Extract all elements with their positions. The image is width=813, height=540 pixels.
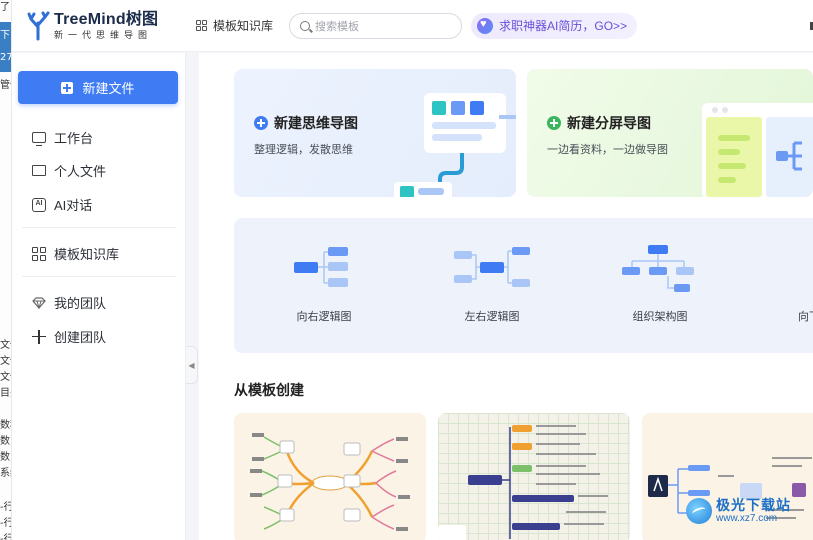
background-fragment: 文件 xyxy=(0,372,11,383)
structure-left-right-logic[interactable]: 左右逻辑图 xyxy=(432,218,552,353)
sidebar-item-label: 创建团队 xyxy=(54,330,107,345)
sidebar-item-workbench[interactable]: 工作台 xyxy=(32,128,93,147)
structure-org-chart[interactable]: 组织架构图 xyxy=(600,218,720,353)
top-bar: TreeMind树图 新一代思维导图 模板知识库 搜索模板 求职神器AI简历，G… xyxy=(12,0,813,52)
heart-badge-icon xyxy=(477,17,494,34)
structure-label: 左右逻辑图 xyxy=(464,311,520,323)
sidebar-item-personal-files[interactable]: 个人文件 xyxy=(32,161,106,180)
sidebar-collapse-handle[interactable]: ◀ xyxy=(186,346,198,384)
structure-downward[interactable]: 向下 xyxy=(768,218,813,353)
new-file-label: 新建文件 xyxy=(82,81,135,96)
add-circle-icon xyxy=(254,116,268,130)
sidebar-item-my-team[interactable]: 我的团队 xyxy=(32,293,106,312)
sidebar-item-label: AI对话 xyxy=(54,198,93,213)
structure-label: 向右逻辑图 xyxy=(296,311,352,323)
sidebar-item-label: 工作台 xyxy=(54,131,94,146)
section-title: 从模板创建 xyxy=(234,382,304,398)
background-fragment: 文件 xyxy=(0,356,11,367)
ai-resume-promo-button[interactable]: 求职神器AI简历，GO>> xyxy=(471,12,638,39)
left-right-logic-diagram-icon xyxy=(454,247,530,287)
structure-types-panel: 向右逻辑图 左右逻辑图 组织架构图 向 xyxy=(234,218,813,353)
background-fragment: -行 xyxy=(0,534,11,540)
template-thumbnail xyxy=(250,433,410,531)
background-fragment: 管信 xyxy=(0,80,11,91)
plus-icon xyxy=(32,329,46,344)
template-card[interactable] xyxy=(234,413,426,540)
background-fragment: 目关 xyxy=(0,388,11,399)
promo-label: 求职神器AI简历，GO>> xyxy=(499,19,628,33)
search-placeholder: 搜索模板 xyxy=(315,20,360,33)
right-logic-diagram-icon xyxy=(294,247,348,287)
sidebar: 新建文件 工作台 个人文件 AI AI对话 模板知识库 我的团队 创建团队 xyxy=(12,53,186,540)
background-fragment: -行 xyxy=(0,518,11,529)
background-fragment: 数程 xyxy=(0,420,11,431)
sidebar-divider xyxy=(22,276,176,277)
tree-logo-icon xyxy=(27,11,50,40)
grid-icon xyxy=(32,246,46,261)
grid-icon xyxy=(196,20,207,31)
structure-label: 组织架构图 xyxy=(632,311,688,323)
card-desc: 一边看资料，一边做导图 xyxy=(547,144,668,156)
downward-diagram-icon xyxy=(788,243,813,293)
background-fragment: 了 xyxy=(0,2,10,13)
monitor-icon xyxy=(32,132,46,146)
card-title: 新建思维导图 xyxy=(274,115,358,131)
team-icon xyxy=(32,296,46,309)
app-tagline: 新一代思维导图 xyxy=(54,29,153,40)
watermark: 极光下载站 www.xz7.com xyxy=(686,497,791,524)
new-file-button[interactable]: 新建文件 xyxy=(18,71,178,104)
watermark-url: www.xz7.com xyxy=(716,513,778,524)
background-window-strip: 了 下 27 管信 文件 文件 文件 目关 数程 数 数 系统 -行 -行 -行 xyxy=(0,0,12,540)
sidebar-item-label: 个人文件 xyxy=(54,164,107,179)
sidebar-divider xyxy=(22,227,176,228)
sidebar-item-create-team[interactable]: 创建团队 xyxy=(32,327,106,346)
background-fragment: 27 xyxy=(0,52,12,63)
new-mindmap-card[interactable]: 新建思维导图 整理逻辑，发散思维 xyxy=(234,69,516,197)
card-title: 新建分屏导图 xyxy=(567,115,651,131)
structure-right-logic[interactable]: 向右逻辑图 xyxy=(264,218,384,353)
app-name: TreeMind树图 xyxy=(54,10,159,28)
org-chart-diagram-icon xyxy=(622,245,694,292)
folder-icon xyxy=(32,165,46,176)
watermark-logo-icon xyxy=(686,497,712,524)
main-content: 新建思维导图 整理逻辑，发散思维 新建分屏导图 一边看资料，一边做导图 向右逻辑… xyxy=(199,53,813,540)
app-logo[interactable]: TreeMind树图 新一代思维导图 xyxy=(26,11,186,41)
nav-template-library-label: 模板知识库 xyxy=(213,19,274,33)
split-screen-illustration xyxy=(702,103,813,197)
structure-label: 向下 xyxy=(798,311,813,323)
background-fragment: 下 xyxy=(0,30,10,41)
new-split-map-card[interactable]: 新建分屏导图 一边看资料，一边做导图 xyxy=(527,69,813,197)
search-input[interactable]: 搜索模板 xyxy=(289,12,463,39)
background-fragment: 系统 xyxy=(0,468,11,479)
background-fragment: 数 xyxy=(0,452,10,463)
template-card[interactable] xyxy=(438,413,630,540)
search-icon xyxy=(300,20,311,31)
background-fragment: 数 xyxy=(0,436,10,447)
watermark-title: 极光下载站 xyxy=(716,497,791,513)
add-circle-icon xyxy=(547,116,561,130)
sidebar-item-ai-chat[interactable]: AI AI对话 xyxy=(32,195,92,214)
card-desc: 整理逻辑，发散思维 xyxy=(254,144,353,156)
ai-chat-icon: AI xyxy=(32,197,46,212)
mindmap-illustration xyxy=(394,93,516,197)
sidebar-item-templates[interactable]: 模板知识库 xyxy=(32,244,119,263)
sidebar-item-label: 我的团队 xyxy=(54,296,107,311)
template-thumbnail xyxy=(438,425,608,540)
background-fragment: -行 xyxy=(0,502,11,513)
nav-template-library[interactable]: 模板知识库 xyxy=(196,17,273,34)
background-fragment: 文件 xyxy=(0,340,11,351)
sidebar-item-label: 模板知识库 xyxy=(54,247,120,262)
add-file-icon xyxy=(61,81,74,94)
